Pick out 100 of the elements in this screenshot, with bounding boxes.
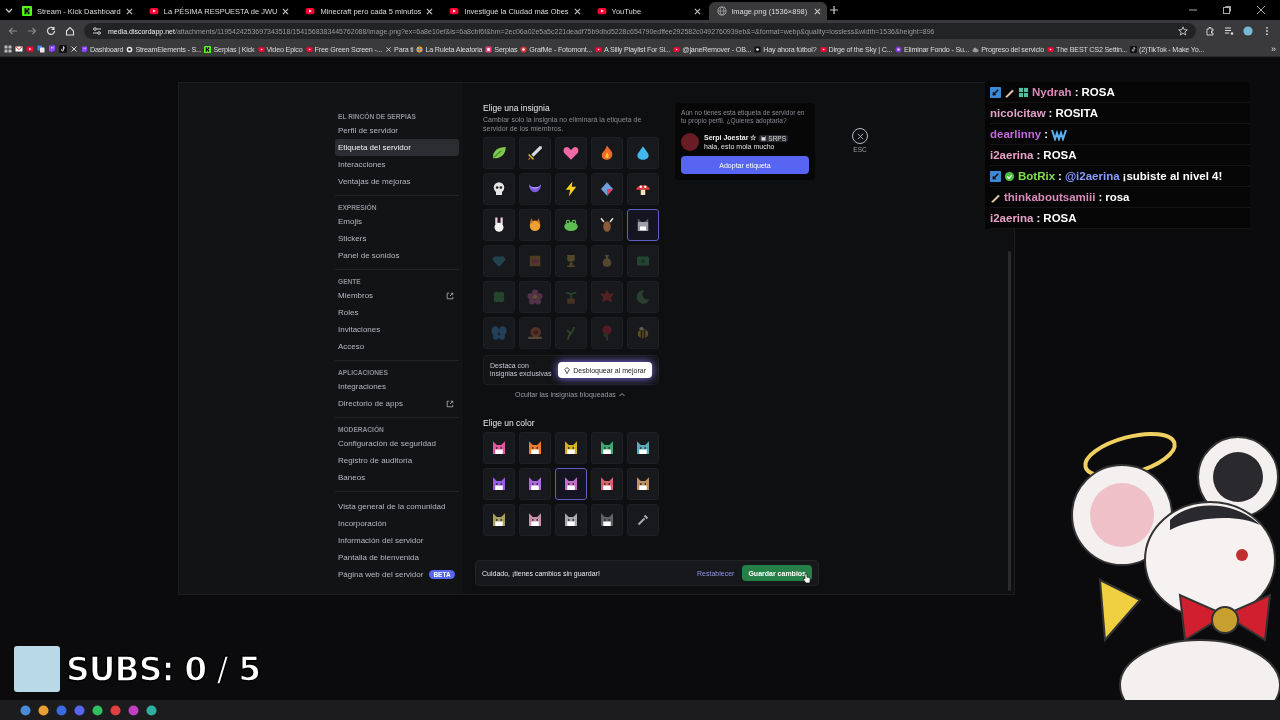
sidebar-item[interactable]: Pantalla de bienvenida — [335, 549, 459, 566]
app-icon[interactable] — [92, 704, 103, 716]
snail-icon — [526, 324, 544, 342]
music-note-icon[interactable] — [59, 45, 67, 53]
circle-logo-icon — [520, 45, 528, 53]
media-controls-icon[interactable] — [1224, 26, 1234, 36]
app-icon[interactable] — [38, 704, 49, 716]
color-option[interactable] — [519, 468, 551, 500]
profile-avatar-icon[interactable] — [1243, 26, 1253, 36]
goat-icon — [598, 216, 616, 234]
sidebar-item[interactable]: Roles — [335, 304, 459, 321]
close-icon[interactable] — [426, 7, 434, 15]
sidebar-item[interactable]: Acceso — [335, 338, 459, 355]
app-icon[interactable] — [146, 704, 157, 716]
app-icon[interactable] — [110, 704, 121, 716]
chat-username: Nydrah — [1032, 86, 1072, 98]
close-icon — [856, 132, 864, 140]
sidebar-item[interactable]: Configuración de seguridad — [335, 435, 459, 452]
sidebar-item[interactable]: Perfil de servidor — [335, 122, 459, 139]
star-icon[interactable] — [1178, 26, 1188, 36]
sidebar-item[interactable]: Interacciones — [335, 156, 459, 173]
close-icon[interactable] — [125, 7, 133, 15]
badge-option[interactable] — [519, 209, 551, 241]
color-option[interactable] — [483, 468, 515, 500]
color-option[interactable] — [555, 432, 587, 464]
sidebar-item[interactable]: Vista general de la comunidad — [335, 498, 459, 515]
speech-bubble-icon — [81, 45, 88, 53]
chat-separator: : — [1098, 191, 1103, 203]
logo-icon — [22, 6, 32, 16]
new-tab-icon[interactable] — [828, 5, 839, 15]
close-icon[interactable] — [1256, 5, 1266, 15]
app-icon[interactable] — [74, 704, 85, 716]
sidebar-item[interactable]: Directorio de apps — [335, 395, 459, 412]
app-icon[interactable] — [56, 704, 67, 716]
x-mark-icon — [385, 45, 393, 53]
sidebar-item[interactable]: Información del servidor — [335, 532, 459, 549]
app-icon[interactable] — [20, 704, 31, 716]
cloud-icon — [972, 45, 980, 53]
color-option[interactable] — [591, 468, 623, 500]
sidebar-item[interactable]: Registro de auditoría — [335, 452, 459, 469]
translate-icon[interactable] — [37, 45, 45, 53]
sidebar-item[interactable]: Invitaciones — [335, 321, 459, 338]
speech-bubble-icon[interactable] — [48, 45, 56, 53]
play-button-icon — [819, 45, 827, 53]
more-bookmarks-button[interactable]: » — [1271, 44, 1276, 54]
play-button-icon — [257, 45, 265, 53]
close-icon[interactable] — [813, 7, 821, 15]
extensions-icon[interactable] — [1205, 26, 1215, 36]
color-option[interactable] — [519, 432, 551, 464]
sidebar-item[interactable]: Baneos — [335, 469, 459, 486]
back-arrow-icon[interactable] — [8, 26, 18, 36]
badge-option[interactable] — [555, 137, 587, 169]
badge-option[interactable] — [555, 209, 587, 241]
forward-arrow-icon[interactable] — [27, 26, 37, 36]
sidebar-item[interactable]: Panel de sonidos — [335, 247, 459, 264]
close-icon[interactable] — [573, 7, 581, 15]
color-option[interactable] — [555, 468, 587, 500]
home-icon[interactable] — [65, 26, 75, 36]
badge-option[interactable] — [555, 173, 587, 205]
color-option[interactable] — [627, 468, 659, 500]
close-icon[interactable] — [693, 7, 701, 15]
badge-option[interactable] — [519, 137, 551, 169]
play-button-icon — [595, 45, 603, 53]
color-option[interactable] — [483, 432, 515, 464]
badge-option[interactable] — [627, 173, 659, 205]
apps-grid-icon[interactable] — [4, 45, 12, 53]
badge-option[interactable] — [591, 173, 623, 205]
chat-mention: @i2aerina — [1064, 170, 1120, 182]
app-icon[interactable] — [128, 704, 139, 716]
sidebar-item[interactable]: Integraciones — [335, 378, 459, 395]
sidebar-item[interactable]: Incorporación — [335, 515, 459, 532]
color-option[interactable] — [627, 432, 659, 464]
chat-username: dearlinny — [990, 128, 1042, 140]
sidebar-item[interactable]: Etiqueta del servidor — [335, 139, 459, 156]
close-icon[interactable] — [282, 7, 290, 15]
color-option[interactable] — [555, 504, 587, 536]
color-option[interactable] — [591, 504, 623, 536]
color-option[interactable] — [591, 432, 623, 464]
badge-option[interactable] — [591, 137, 623, 169]
reload-icon[interactable] — [46, 26, 56, 36]
badge-option[interactable] — [627, 209, 659, 241]
sidebar-item[interactable]: Emojis — [335, 213, 459, 230]
section-title: Elige un color — [483, 418, 536, 428]
x-mark-icon[interactable] — [70, 45, 78, 53]
restore-icon[interactable] — [1222, 5, 1232, 15]
sidebar-item[interactable]: Ventajas de mejoras — [335, 173, 459, 190]
chat-username: nicolcitaw — [990, 107, 1046, 119]
badge-option[interactable] — [483, 137, 515, 169]
sidebar-item[interactable]: Miembros — [335, 287, 459, 304]
play-button-icon[interactable] — [26, 45, 34, 53]
badge-option[interactable] — [483, 209, 515, 241]
badge-option[interactable] — [483, 173, 515, 205]
site-settings-icon[interactable] — [92, 26, 102, 36]
sidebar-item[interactable]: Stickers — [335, 230, 459, 247]
chat-separator: : — [1058, 170, 1062, 182]
color-option[interactable] — [519, 504, 551, 536]
badge-option[interactable] — [627, 137, 659, 169]
color-option[interactable] — [627, 504, 659, 536]
mail-icon[interactable] — [15, 45, 23, 53]
color-option[interactable] — [483, 504, 515, 536]
